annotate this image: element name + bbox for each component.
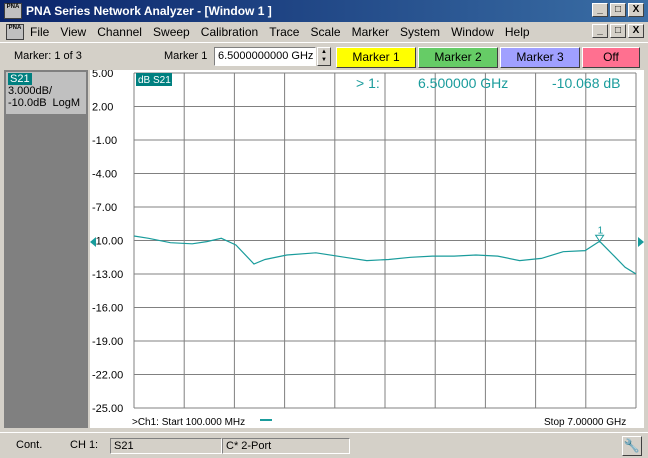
marker-1-tag: 1	[598, 225, 604, 236]
y-tick-label: -4.00	[92, 169, 117, 181]
maximize-button[interactable]: □	[610, 3, 626, 17]
trace-scale: 3.000dB/	[8, 85, 53, 97]
marker-2-button[interactable]: Marker 2	[418, 47, 498, 68]
menu-system[interactable]: System	[400, 25, 440, 39]
window-controls: _ □ X	[590, 3, 644, 17]
menu-file[interactable]: File	[30, 25, 49, 39]
channel-label: CH 1:	[70, 439, 99, 451]
measurement-display[interactable]: 5.00 2.00 -1.00 -4.00 -7.00 -10.00 -13.00 -16.0…	[90, 68, 644, 428]
marker-3-button[interactable]: Marker 3	[500, 47, 580, 68]
marker-count: Marker: 1 of 3	[14, 50, 82, 62]
menu-calibration[interactable]: Calibration	[201, 25, 258, 39]
trace-tile-s21[interactable]: S21 3.000dB/ -10.0dB LogM	[6, 72, 86, 114]
active-trace-field[interactable]: S21	[110, 438, 222, 454]
y-tick-labels: 5.00 2.00 -1.00 -4.00 -7.00 -10.00 -13.00 -16.0…	[92, 68, 123, 415]
title-bar: PNA PNA Series Network Analyzer - [Windo…	[0, 0, 648, 22]
trace-format: LogM	[52, 97, 80, 109]
menu-bar: PNA File View Channel Sweep Calibration …	[0, 22, 648, 42]
menu-help[interactable]: Help	[505, 25, 530, 39]
pna-app-icon[interactable]: PNA	[4, 3, 22, 19]
document-controls: _ □ X	[590, 24, 644, 38]
y-tick-label: -19.00	[92, 336, 123, 348]
y-tick-label: -13.00	[92, 269, 123, 281]
sweep-mode: Cont.	[16, 439, 43, 451]
y-tick-label: -1.00	[92, 135, 117, 147]
doc-minimize-button[interactable]: _	[592, 24, 608, 38]
marker-spinner[interactable]: ▲ ▼	[317, 47, 331, 66]
menu-items: File View Channel Sweep Calibration Trac…	[30, 25, 538, 39]
marker-readout-freq: 6.500000 GHz	[418, 75, 508, 91]
status-bar: Cont. CH 1: S21 C* 2-Port 🔧	[0, 432, 648, 458]
y-tick-label: -16.00	[92, 303, 123, 315]
menu-scale[interactable]: Scale	[311, 25, 341, 39]
marker-readout-prefix: > 1:	[356, 75, 380, 91]
wrench-icon[interactable]: 🔧	[622, 436, 642, 456]
trace-panel: S21 3.000dB/ -10.0dB LogM	[4, 70, 88, 428]
start-frequency-label: >Ch1: Start 100.000 MHz	[132, 417, 245, 428]
trace-ref: -10.0dB	[8, 97, 47, 109]
marker-1-button[interactable]: Marker 1	[336, 47, 416, 68]
menu-channel[interactable]: Channel	[97, 25, 142, 39]
spin-down-icon[interactable]: ▼	[318, 56, 330, 64]
ref-right-arrow	[638, 237, 644, 247]
y-tick-label: -22.00	[92, 370, 123, 382]
trace-label: dB S21	[138, 75, 171, 86]
stop-frequency-label: Stop 7.00000 GHz	[544, 417, 626, 428]
calibration-field[interactable]: C* 2-Port	[222, 438, 350, 454]
marker-readout-value: -10.068 dB	[552, 75, 621, 91]
trace-name: S21	[8, 73, 32, 85]
window-title: PNA Series Network Analyzer - [Window 1 …	[26, 4, 272, 18]
doc-close-button[interactable]: X	[628, 24, 644, 38]
y-tick-label: 5.00	[92, 70, 113, 80]
marker-off-button[interactable]: Off	[582, 47, 640, 68]
menu-trace[interactable]: Trace	[269, 25, 299, 39]
y-tick-label: 2.00	[92, 102, 113, 114]
marker-label: Marker 1	[164, 50, 208, 62]
minimize-button[interactable]: _	[592, 3, 608, 17]
y-tick-label: -10.00	[92, 236, 123, 248]
doc-restore-button[interactable]: □	[610, 24, 626, 38]
spin-up-icon[interactable]: ▲	[318, 48, 330, 56]
menu-sweep[interactable]: Sweep	[153, 25, 190, 39]
menu-view[interactable]: View	[60, 25, 86, 39]
menu-marker[interactable]: Marker	[352, 25, 389, 39]
y-tick-label: -25.00	[92, 403, 123, 415]
marker-toolbar: Marker: 1 of 3 Marker 1 6.5000000000 GHz…	[0, 42, 648, 70]
trace-chart[interactable]: 5.00 2.00 -1.00 -4.00 -7.00 -10.00 -13.00 -16.0…	[90, 68, 644, 428]
menu-window[interactable]: Window	[451, 25, 494, 39]
close-button[interactable]: X	[628, 3, 644, 17]
document-icon[interactable]: PNA	[6, 24, 24, 40]
marker-frequency-input[interactable]: 6.5000000000 GHz	[214, 47, 316, 66]
y-tick-label: -7.00	[92, 202, 117, 214]
